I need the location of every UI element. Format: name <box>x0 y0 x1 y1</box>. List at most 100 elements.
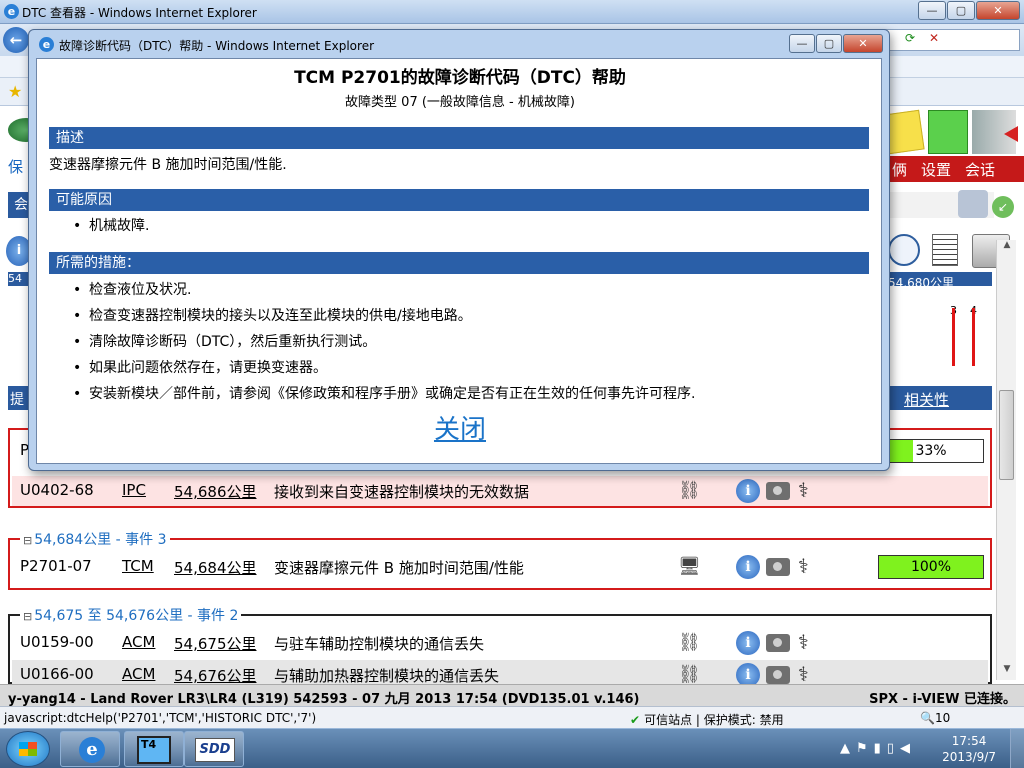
taskbar-sdd[interactable]: SDD <box>184 731 244 767</box>
module-link[interactable]: ACM <box>122 665 155 683</box>
popup-maximize-button[interactable]: ▢ <box>816 34 842 53</box>
table-row[interactable]: U0402-68 IPC 54,686公里 接收到来自变速器控制模块的无效数据 … <box>12 476 988 506</box>
return-arrow-icon[interactable]: ↙ <box>992 196 1014 218</box>
causes-list: 机械故障. <box>49 213 149 239</box>
camera-icon[interactable] <box>766 634 790 652</box>
popup-minimize-button[interactable]: — <box>789 34 815 53</box>
timeline-bar <box>972 308 975 366</box>
info-icon[interactable]: i <box>736 555 760 579</box>
taskbar-t4[interactable]: T4 <box>124 731 184 767</box>
progress-text: 33% <box>915 443 947 459</box>
address-controls: ▾ ⟳ ✕ <box>880 29 1020 51</box>
mileage-link[interactable]: 54,675公里 <box>174 633 257 654</box>
start-button[interactable] <box>6 731 50 767</box>
clock-time: 17:54 <box>951 734 987 748</box>
computer-camera-icon[interactable] <box>958 190 988 218</box>
nav-tabs: 俩 设置 会话 <box>878 156 1024 182</box>
scroll-thumb[interactable] <box>999 390 1014 480</box>
event-group-3: ⊟ 54,684公里 - 事件 3 P2701-07 TCM 54,684公里 变… <box>8 529 992 590</box>
timeline-bar <box>952 308 955 366</box>
close-window-button[interactable]: ✕ <box>976 1 1020 20</box>
browser-status-bar: javascript:dtcHelp('P2701','TCM','HISTOR… <box>0 706 1024 728</box>
taskbar-ie[interactable]: e <box>60 731 120 767</box>
event-group-title-text: 54,675 至 54,676公里 - 事件 2 <box>34 608 239 624</box>
tab-settings[interactable]: 设置 <box>921 159 951 180</box>
clock-date: 2013/9/7 <box>942 750 996 764</box>
minimize-button[interactable]: — <box>918 1 946 20</box>
info-icon[interactable]: i <box>736 631 760 655</box>
security-zone[interactable]: ✔ 可信站点 | 保护模式: 禁用 <box>630 711 784 728</box>
camera-icon[interactable] <box>766 666 790 684</box>
list-icon[interactable] <box>932 234 958 266</box>
windows-taskbar: e T4 SDD ▲⚑▮▯◀ 17:54 2013/9/7 <box>0 728 1024 768</box>
table-row[interactable]: P2701-07 TCM 54,684公里 变速器摩擦元件 B 施加时间范围/性… <box>12 552 988 582</box>
dtc-code: U0402-68 <box>20 481 94 499</box>
tab-session[interactable]: 会话 <box>965 159 995 180</box>
stethoscope-icon[interactable]: ⚕ <box>798 630 822 656</box>
maximize-button[interactable]: ▢ <box>947 1 975 20</box>
event-group-title[interactable]: ⊟ 54,684公里 - 事件 3 <box>20 529 170 549</box>
list-item: 清除故障诊断码（DTC），然后重新执行测试。 <box>49 329 695 355</box>
camera-icon[interactable] <box>766 482 790 500</box>
popup-window-title: 故障诊断代码（DTC）帮助 - Windows Internet Explore… <box>59 39 375 53</box>
check-icon: ✔ <box>630 713 641 727</box>
stop-icon[interactable]: ✕ <box>929 31 939 45</box>
list-header-left[interactable]: 提 <box>10 389 24 409</box>
t4-icon: T4 <box>137 736 171 764</box>
relevance-column-link[interactable]: 相关性 <box>904 389 949 410</box>
tab-partial[interactable]: 俩 <box>892 159 907 180</box>
mileage-link[interactable]: 54,684公里 <box>174 557 257 578</box>
dtc-description: 变速器摩擦元件 B 施加时间范围/性能 <box>274 559 524 577</box>
system-clock[interactable]: 17:54 2013/9/7 <box>942 733 996 765</box>
system-tray: ▲⚑▮▯◀ 17:54 2013/9/7 <box>824 729 1024 768</box>
scroll-up-icon[interactable]: ▲ <box>997 240 1017 256</box>
list-item: 检查液位及状况. <box>49 277 695 303</box>
close-link[interactable]: 关闭 <box>37 409 881 446</box>
popup-titlebar: e 故障诊断代码（DTC）帮助 - Windows Internet Explo… <box>29 30 889 58</box>
stethoscope-icon[interactable]: ⚕ <box>798 554 822 580</box>
list-item: 检查变速器控制模块的接头以及连至此模块的供电/接地电路。 <box>49 303 695 329</box>
refresh-icon[interactable]: ⟳ <box>905 31 915 45</box>
stethoscope-icon[interactable]: ⚕ <box>798 478 822 504</box>
actions-list: 检查液位及状况. 检查变速器控制模块的接头以及连至此模块的供电/接地电路。 清除… <box>49 277 695 407</box>
popup-window-controls: — ▢ ✕ <box>788 34 883 53</box>
help-title: TCM P2701的故障诊断代码（DTC）帮助 <box>294 68 626 88</box>
sdd-icon: SDD <box>195 738 235 762</box>
module-link[interactable]: IPC <box>122 481 146 499</box>
broken-link-icon: ⛓ <box>678 664 701 685</box>
zoom-level[interactable]: 🔍10 <box>920 711 950 725</box>
page-scrollbar[interactable]: ▲ ▼ <box>996 240 1016 680</box>
causes-heading: 可能原因 <box>49 189 869 211</box>
dtc-description: 接收到来自变速器控制模块的无效数据 <box>274 483 530 501</box>
camera-icon[interactable] <box>766 558 790 576</box>
show-desktop-button[interactable] <box>1010 729 1024 768</box>
scroll-down-icon[interactable]: ▼ <box>997 664 1017 680</box>
zoom-text: 10 <box>934 711 951 725</box>
back-button[interactable]: ← <box>3 27 29 53</box>
info-icon[interactable]: i <box>736 479 760 503</box>
security-zone-text: 可信站点 | 保护模式: 禁用 <box>644 713 784 727</box>
collapse-icon[interactable]: ⊟ <box>23 610 32 623</box>
event-group-title[interactable]: ⊟ 54,675 至 54,676公里 - 事件 2 <box>20 605 242 625</box>
app-status-footer: y-yang14 - Land Rover LR3\LR4 (L319) 542… <box>0 684 1024 707</box>
collapse-icon[interactable]: ⊟ <box>23 534 32 547</box>
clock-icon[interactable] <box>888 234 920 266</box>
window-controls: — ▢ ✕ <box>917 1 1020 20</box>
exit-icon[interactable] <box>972 110 1016 154</box>
connection-signal-icon[interactable] <box>928 110 968 154</box>
computer-link-icon: 🖥 <box>678 556 701 577</box>
popup-close-button[interactable]: ✕ <box>843 34 883 53</box>
help-subtitle: 故障类型 07 (一般故障信息 - 机械故障) <box>345 95 575 110</box>
dtc-code: P2701-07 <box>20 557 92 575</box>
favorites-star-icon[interactable]: ★ <box>8 82 22 101</box>
module-link[interactable]: TCM <box>122 557 154 575</box>
table-row[interactable]: U0159-00 ACM 54,675公里 与驻车辅助控制模块的通信丢失 ⛓ i… <box>12 628 988 658</box>
timeline-end-label: 54,680公里 <box>888 276 954 290</box>
module-link[interactable]: ACM <box>122 633 155 651</box>
dtc-description: 与驻车辅助控制模块的通信丢失 <box>274 635 485 653</box>
list-item: 机械故障. <box>49 213 149 239</box>
mileage-link[interactable]: 54,686公里 <box>174 481 257 502</box>
mileage-link[interactable]: 54,676公里 <box>174 665 257 686</box>
tray-icons[interactable]: ▲⚑▮▯◀ <box>840 741 916 756</box>
broken-link-icon: ⛓ <box>678 480 701 501</box>
